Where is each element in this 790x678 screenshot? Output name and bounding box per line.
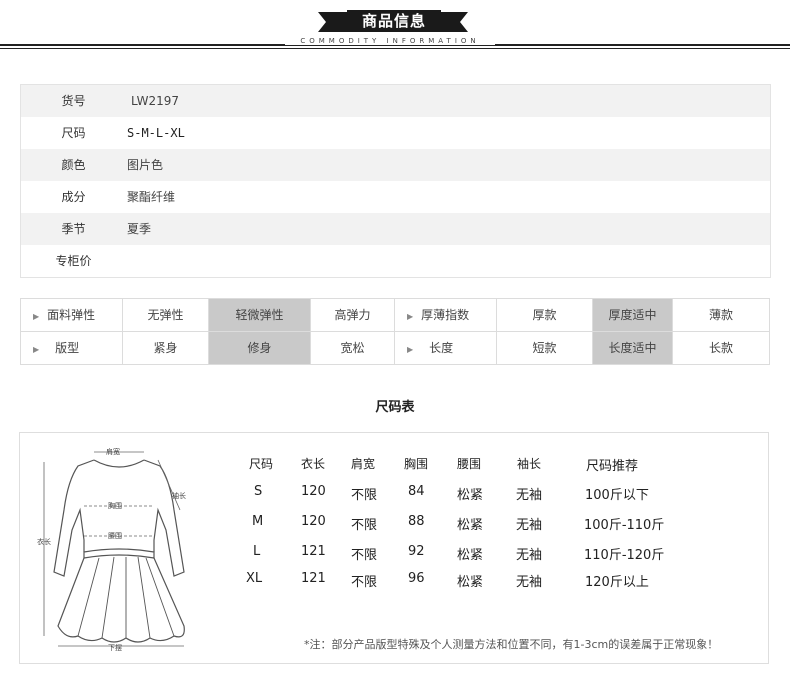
info-row: 尺码 S-M-L-XL — [21, 117, 770, 149]
size-cell: 120 — [301, 514, 326, 529]
size-header: 袖长 — [517, 457, 542, 471]
size-cell: 120斤以上 — [585, 575, 649, 590]
section-title: 商品信息 — [347, 10, 441, 32]
attribute-table: ▶ 面料弹性 无弹性 轻微弹性 高弹力 ▶ 厚薄指数 厚款 厚度适中 薄款 ▶ 版型 … — [20, 298, 770, 365]
divider — [0, 48, 790, 49]
attribute-option: 紧身 — [123, 332, 209, 364]
size-cell: 121 — [301, 544, 326, 559]
size-header: 胸围 — [404, 457, 429, 471]
info-value: 聚酯纤维 — [127, 190, 176, 204]
size-cell: 88 — [408, 514, 425, 529]
size-cell: 100斤以下 — [585, 488, 649, 503]
size-chart-title: 尺码表 — [375, 400, 415, 415]
info-value: 夏季 — [127, 222, 152, 236]
size-cell: L — [253, 544, 261, 559]
size-cell: 110斤-120斤 — [584, 548, 665, 563]
size-cell: 无袖 — [516, 548, 543, 563]
info-row: 颜色 图片色 — [21, 149, 770, 181]
dress-measurement-diagram: 肩宽 袖长 胸围 腰围 衣长 下摆 — [37, 447, 186, 652]
section-subtitle: COMMODITY INFORMATION — [285, 37, 495, 45]
attribute-option: 厚款 — [497, 299, 593, 331]
info-key: 季节 — [61, 222, 86, 236]
size-cell: 松紧 — [457, 488, 484, 503]
size-cell: 84 — [408, 484, 425, 499]
attribute-label: ▶ 长度 — [395, 332, 497, 364]
attribute-option: 高弹力 — [311, 299, 395, 331]
size-cell: M — [252, 514, 264, 529]
info-row: 货号 LW2197 — [21, 85, 770, 117]
info-value: LW2197 — [131, 94, 179, 108]
size-chart-note: *注：部分产品版型特殊及个人测量方法和位置不同，有1-3cm的误差属于正常现象！ — [304, 638, 719, 651]
attribute-label: ▶ 版型 — [21, 332, 123, 364]
diagram-label: 袖长 — [172, 491, 186, 500]
size-cell: 不限 — [351, 518, 378, 533]
size-cell: 松紧 — [457, 575, 484, 590]
info-row: 专柜价 — [21, 245, 770, 277]
attribute-option-selected: 轻微弹性 — [209, 299, 311, 331]
diagram-label: 衣长 — [37, 537, 51, 546]
diagram-label: 下摆 — [108, 643, 122, 652]
size-cell: 100斤-110斤 — [584, 518, 665, 533]
triangle-right-icon: ▶ — [407, 345, 414, 354]
size-cell: 无袖 — [516, 488, 543, 503]
size-cell: 96 — [408, 571, 425, 586]
attribute-option: 宽松 — [311, 332, 395, 364]
info-key: 成分 — [61, 190, 86, 204]
size-header: 衣长 — [301, 457, 326, 471]
size-header: 肩宽 — [351, 457, 376, 471]
diagram-label: 腰围 — [108, 532, 122, 540]
attribute-option-selected: 厚度适中 — [593, 299, 673, 331]
size-cell: 不限 — [351, 575, 378, 590]
size-cell: 92 — [408, 544, 425, 559]
info-row: 季节 夏季 — [21, 213, 770, 245]
size-cell: 无袖 — [516, 518, 543, 533]
info-key: 颜色 — [61, 158, 86, 172]
attribute-label: ▶ 面料弹性 — [21, 299, 123, 331]
size-cell: 松紧 — [457, 548, 484, 563]
attribute-option: 长款 — [708, 341, 733, 355]
info-key: 货号 — [61, 94, 86, 108]
size-cell: XL — [246, 571, 263, 586]
size-cell: 120 — [301, 484, 326, 499]
info-key: 尺码 — [61, 126, 86, 140]
attribute-row: ▶ 面料弹性 无弹性 轻微弹性 高弹力 ▶ 厚薄指数 厚款 厚度适中 薄款 — [21, 299, 769, 332]
attribute-label: ▶ 厚薄指数 — [395, 299, 497, 331]
size-cell: 121 — [301, 571, 326, 586]
product-info-table: 货号 LW2197 尺码 S-M-L-XL 颜色 图片色 成分 聚酯纤维 季节 … — [20, 84, 771, 278]
diagram-label: 胸围 — [108, 501, 122, 510]
attribute-row: ▶ 版型 紧身 修身 宽松 ▶ 长度 短款 长度适中 长款 — [21, 332, 769, 364]
info-value: 图片色 — [127, 158, 164, 172]
section-header: 商品信息 COMMODITY INFORMATION — [0, 0, 790, 52]
triangle-right-icon: ▶ — [33, 312, 40, 321]
attribute-option: 短款 — [497, 332, 593, 364]
size-cell: 无袖 — [516, 575, 543, 590]
info-row: 成分 聚酯纤维 — [21, 181, 770, 213]
triangle-right-icon: ▶ — [33, 345, 40, 354]
attribute-option-selected: 长度适中 — [593, 332, 673, 364]
triangle-right-icon: ▶ — [407, 312, 414, 321]
attribute-option: 无弹性 — [123, 299, 209, 331]
size-header: 腰围 — [457, 457, 482, 471]
attribute-option: 薄款 — [708, 308, 733, 322]
info-value: S-M-L-XL — [127, 126, 185, 140]
size-cell: S — [254, 484, 263, 499]
size-cell: 不限 — [351, 548, 378, 563]
size-cell: 松紧 — [457, 518, 484, 533]
diagram-label: 肩宽 — [106, 447, 120, 456]
attribute-option-selected: 修身 — [209, 332, 311, 364]
size-cell: 不限 — [351, 488, 378, 503]
size-header: 尺码推荐 — [586, 459, 639, 474]
size-header: 尺码 — [249, 457, 274, 471]
info-key: 专柜价 — [55, 254, 92, 268]
